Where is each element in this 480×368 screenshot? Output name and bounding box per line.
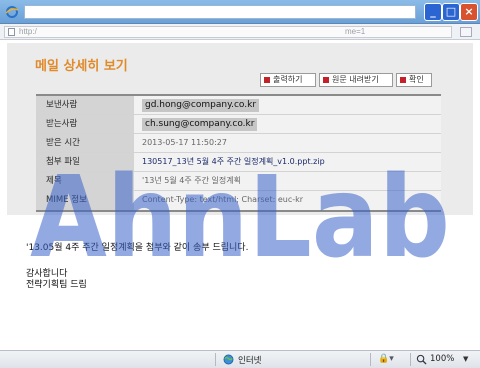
- go-button[interactable]: [460, 27, 472, 37]
- body-line: 전략기획팀 드림: [26, 280, 87, 290]
- confirm-button[interactable]: 확인: [396, 73, 432, 87]
- status-bar: 인터넷 🔒▾ 100% ▼: [0, 350, 480, 368]
- status-divider: [215, 353, 216, 366]
- recipient-label: 받는사람: [36, 115, 134, 133]
- confirm-icon: [400, 77, 406, 83]
- status-divider: [410, 353, 411, 366]
- url-field[interactable]: http:/ me=1: [4, 26, 452, 38]
- page-icon: [8, 28, 15, 36]
- sender-email[interactable]: gd.hong@company.co.kr: [142, 99, 260, 112]
- page-title: 메일 상세히 보기: [35, 59, 128, 74]
- sender-label: 보낸사람: [36, 96, 134, 114]
- subject-value: '13년 5월 4주 주간 일정계획: [134, 172, 441, 190]
- mime-value: Content-Type: text/html; Charset: euc-kr: [134, 191, 441, 210]
- confirm-label: 확인: [409, 75, 424, 84]
- url-suffix: me=1: [345, 27, 366, 36]
- title-field: [24, 5, 416, 19]
- download-original-button[interactable]: 원문 내려받기: [319, 73, 393, 87]
- table-row: 첨부 파일 130517_13년 5월 4주 주간 일정계획_v1.0.ppt.…: [36, 153, 441, 172]
- close-button[interactable]: ×: [460, 3, 478, 21]
- mail-header-panel: 메일 상세히 보기 출력하기 원문 내려받기 확인 보낸사람 gd.hong@c…: [7, 43, 473, 215]
- table-row: MIME 정보 Content-Type: text/html; Charset…: [36, 191, 441, 210]
- table-row: 제목 '13년 5월 4주 주간 일정계획: [36, 172, 441, 191]
- globe-icon: [223, 354, 234, 365]
- zoom-level[interactable]: 100%: [430, 354, 454, 364]
- url-prefix: http:/: [19, 27, 37, 36]
- protected-mode-icon[interactable]: 🔒▾: [378, 354, 394, 364]
- print-icon: [264, 77, 270, 83]
- zoom-icon[interactable]: [416, 354, 427, 365]
- table-row: 받는사람 ch.sung@company.co.kr: [36, 115, 441, 134]
- maximize-button[interactable]: □: [442, 3, 460, 21]
- received-time-value: 2013-05-17 11:50:27: [134, 134, 441, 152]
- browser-titlebar: _ □ ×: [0, 0, 480, 24]
- mail-view-page: 메일 상세히 보기 출력하기 원문 내려받기 확인 보낸사람 gd.hong@c…: [0, 41, 480, 350]
- chevron-down-icon[interactable]: ▼: [463, 355, 468, 363]
- sender-value: gd.hong@company.co.kr: [134, 96, 441, 114]
- received-time-label: 받은 시간: [36, 134, 134, 152]
- security-zone-label: 인터넷: [238, 356, 262, 366]
- mime-label: MIME 정보: [36, 191, 134, 210]
- attachment-label: 첨부 파일: [36, 153, 134, 171]
- attachment-link[interactable]: 130517_13년 5월 4주 주간 일정계획_v1.0.ppt.zip: [134, 153, 441, 171]
- body-line: '13.05월 4주 주간 일정계획을 첨부와 같이 송부 드립니다.: [26, 243, 249, 253]
- subject-label: 제목: [36, 172, 134, 190]
- download-icon: [323, 77, 329, 83]
- recipient-email[interactable]: ch.sung@company.co.kr: [142, 118, 258, 131]
- minimize-button[interactable]: _: [424, 3, 442, 21]
- recipient-value: ch.sung@company.co.kr: [134, 115, 441, 133]
- mail-body: '13.05월 4주 주간 일정계획을 첨부와 같이 송부 드립니다. 감사합니…: [7, 217, 473, 350]
- mail-info-table: 보낸사람 gd.hong@company.co.kr 받는사람 ch.sung@…: [36, 94, 441, 212]
- table-row: 받은 시간 2013-05-17 11:50:27: [36, 134, 441, 153]
- address-bar: http:/ me=1: [0, 24, 480, 40]
- print-button[interactable]: 출력하기: [260, 73, 316, 87]
- table-row: 보낸사람 gd.hong@company.co.kr: [36, 96, 441, 115]
- status-divider: [370, 353, 371, 366]
- print-label: 출력하기: [273, 75, 303, 84]
- download-label: 원문 내려받기: [332, 75, 379, 84]
- browser-logo-icon: [5, 6, 19, 18]
